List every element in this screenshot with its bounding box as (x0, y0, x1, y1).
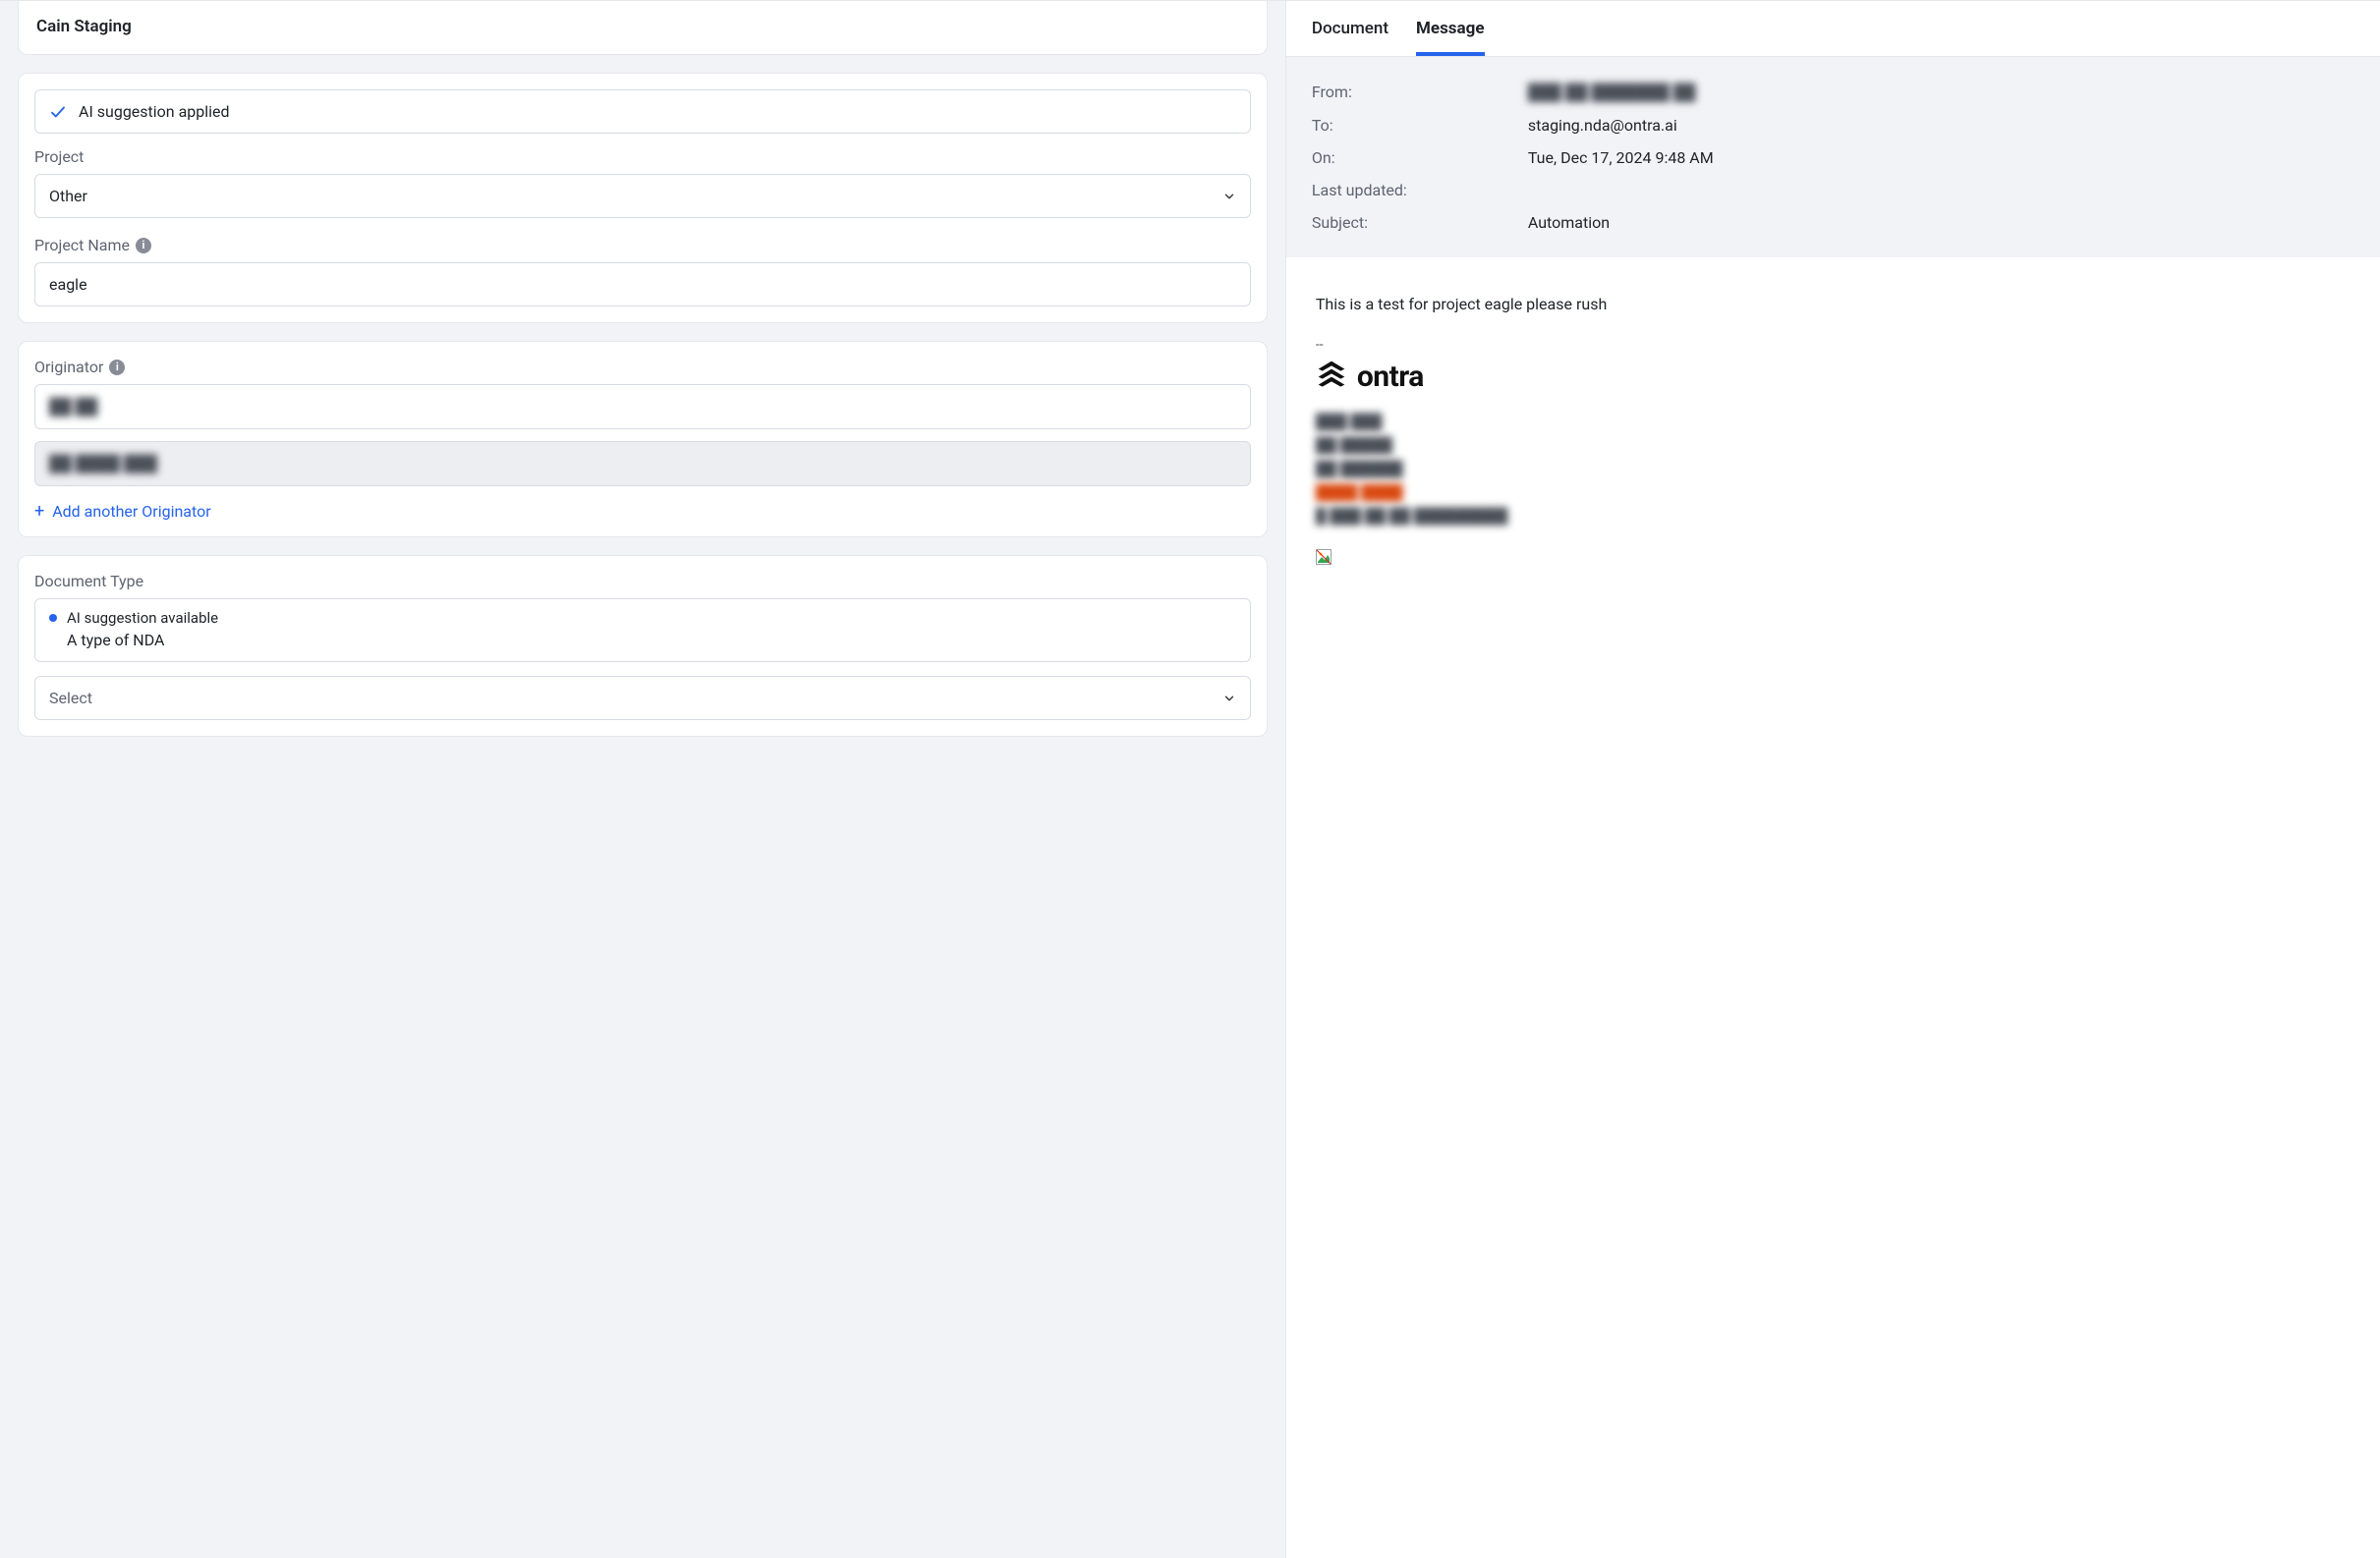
ontra-logo: ontra (1316, 359, 2351, 394)
info-icon[interactable] (136, 238, 151, 253)
project-name-label-text: Project Name (34, 236, 130, 254)
stage-card: Cain Staging (18, 1, 1268, 55)
document-type-select[interactable]: Select (34, 676, 1251, 720)
ai-available-label: AI suggestion available (67, 609, 218, 627)
meta-value-subject: Automation (1528, 213, 1610, 232)
originator-row-1[interactable]: ██ ██ (34, 384, 1251, 429)
meta-row-from: From: ███ ██ ███████ ██ (1312, 83, 2354, 102)
originator-card: Originator ██ ██ ██ ████ ███ + Add anoth… (18, 341, 1268, 537)
message-text: This is a test for project eagle please … (1316, 295, 2351, 313)
ai-suggestion-available-banner[interactable]: AI suggestion available A type of NDA (34, 598, 1251, 662)
stage-title: Cain Staging (36, 17, 1249, 36)
message-column: Document Message From: ███ ██ ███████ ██… (1285, 1, 2380, 1558)
ai-available-value: A type of NDA (49, 631, 1236, 649)
tab-document[interactable]: Document (1312, 19, 1388, 56)
add-originator-link[interactable]: + Add another Originator (34, 502, 211, 521)
sig-line: ███ ███ (1316, 410, 2351, 433)
message-meta: From: ███ ██ ███████ ██ To: staging.nda@… (1286, 57, 2380, 257)
document-type-placeholder: Select (49, 689, 92, 707)
form-column: Cain Staging AI suggestion applied Proje… (0, 1, 1285, 1558)
sig-line: ██ ██████ (1316, 457, 2351, 480)
ontra-logo-text: ontra (1357, 360, 1424, 394)
project-name-label: Project Name (34, 236, 1251, 254)
signature-separator: -- (1316, 337, 2351, 353)
meta-label-to: To: (1312, 116, 1528, 135)
dot-icon (49, 614, 57, 622)
sig-line: █ ███ ██ ██ █████████ (1316, 504, 2351, 528)
project-select[interactable]: Other (34, 174, 1251, 218)
add-originator-label: Add another Originator (52, 502, 210, 521)
ai-applied-text: AI suggestion applied (79, 102, 230, 121)
ai-suggestion-applied-banner: AI suggestion applied (34, 89, 1251, 134)
meta-label-from: From: (1312, 83, 1528, 102)
sig-line: ██ █████ (1316, 433, 2351, 457)
document-type-label: Document Type (34, 572, 1251, 590)
meta-row-to: To: staging.nda@ontra.ai (1312, 116, 2354, 135)
project-select-value: Other (49, 187, 87, 205)
meta-label-on: On: (1312, 148, 1528, 167)
meta-row-subject: Subject: Automation (1312, 213, 2354, 232)
document-type-card: Document Type AI suggestion available A … (18, 555, 1268, 737)
project-card: AI suggestion applied Project Other Proj… (18, 73, 1268, 323)
meta-value-from: ███ ██ ███████ ██ (1528, 83, 1696, 102)
meta-row-on: On: Tue, Dec 17, 2024 9:48 AM (1312, 148, 2354, 167)
project-label: Project (34, 147, 1251, 166)
chevron-down-icon (1222, 692, 1236, 705)
plus-icon: + (34, 503, 44, 521)
tabs: Document Message (1286, 1, 2380, 57)
originator-value-2: ██ ████ ███ (49, 454, 157, 473)
message-body: This is a test for project eagle please … (1286, 257, 2380, 602)
meta-row-last-updated: Last updated: (1312, 181, 2354, 199)
originator-value-1: ██ ██ (49, 397, 97, 416)
originator-label-text: Originator (34, 358, 103, 376)
project-name-value: eagle (49, 275, 87, 294)
sig-line: ████ ████ (1316, 480, 2351, 504)
tab-message[interactable]: Message (1416, 19, 1485, 56)
chevron-down-icon (1222, 190, 1236, 203)
meta-value-to: staging.nda@ontra.ai (1528, 116, 1677, 135)
ontra-logo-icon (1316, 359, 1347, 394)
page-root: Cain Staging AI suggestion applied Proje… (0, 0, 2380, 1558)
originator-row-2[interactable]: ██ ████ ███ (34, 441, 1251, 486)
broken-image-icon (1316, 549, 1332, 565)
project-name-input[interactable]: eagle (34, 262, 1251, 306)
info-icon[interactable] (109, 360, 125, 375)
meta-label-subject: Subject: (1312, 213, 1528, 232)
originator-label: Originator (34, 358, 1251, 376)
meta-label-last-updated: Last updated: (1312, 181, 1528, 199)
signature-lines: ███ ███ ██ █████ ██ ██████ ████ ████ █ █… (1316, 410, 2351, 528)
check-icon (49, 103, 67, 121)
meta-value-on: Tue, Dec 17, 2024 9:48 AM (1528, 148, 1714, 167)
